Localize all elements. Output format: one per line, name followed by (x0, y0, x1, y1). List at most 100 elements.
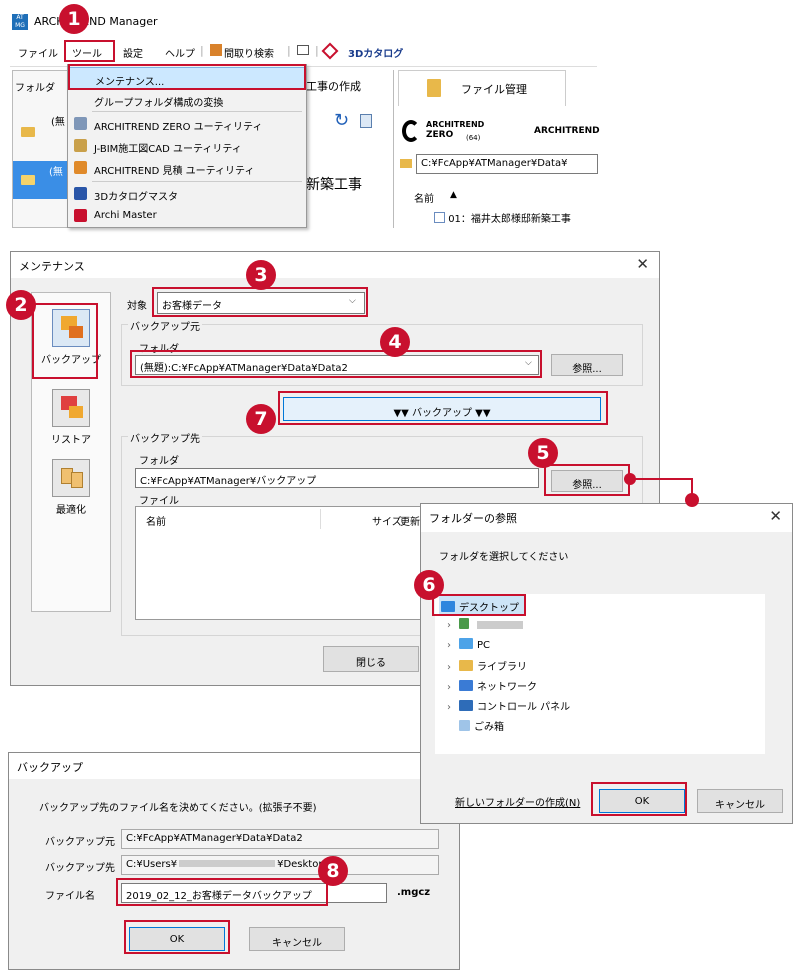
menu-divider (92, 111, 302, 112)
sidebar-item-restore[interactable]: リストア (40, 389, 102, 446)
filename-label: ファイル名 (45, 891, 95, 902)
refresh-icon[interactable]: ↻ (334, 112, 349, 130)
menu-item-3d-catalog-master[interactable]: 3Dカタログマスタ (68, 183, 306, 205)
chevron-right-icon[interactable]: › (447, 702, 459, 713)
file-icon (434, 212, 445, 223)
backup-source-title: バックアップ元 (128, 318, 202, 333)
chevron-right-icon[interactable]: › (447, 682, 459, 693)
trash-icon[interactable] (360, 114, 372, 128)
backup-dialog-titlebar: バックアップ ✕ (9, 753, 459, 779)
menu-settings[interactable]: 設定 (123, 45, 143, 60)
step-badge-3: 3 (246, 260, 276, 290)
dest-folder-input[interactable]: C:¥FcApp¥ATManager¥バックアップ (135, 468, 539, 488)
close-icon[interactable]: ✕ (769, 507, 782, 525)
menu-item-label: グループフォルダ構成の変換 (94, 98, 224, 109)
dest-folder-label: フォルダ (139, 456, 179, 467)
tab-file-manager[interactable]: ファイル管理 (398, 70, 566, 106)
tree-item-library[interactable]: › ライブラリ (447, 658, 527, 678)
redacted-name (477, 621, 523, 629)
backup-cancel-button[interactable]: キャンセル (249, 927, 345, 951)
list-header-name[interactable]: 名前 (414, 190, 434, 205)
menu-item-label: Archi Master (94, 210, 157, 221)
menu-item-estimate-utility[interactable]: ARCHITREND 見積 ユーティリティ (68, 157, 306, 179)
close-icon[interactable]: ✕ (636, 255, 649, 273)
redacted-user (179, 860, 276, 867)
folder-panel: フォルダ (無 (無 (12, 70, 70, 228)
chevron-right-icon[interactable]: › (447, 640, 459, 651)
tab-create-project[interactable]: 工事の作成 (306, 78, 361, 94)
menu-layout-search[interactable]: 間取り検索 (224, 45, 274, 60)
estimate-icon (74, 161, 87, 174)
folder-browser-titlebar: フォルダーの参照 ✕ (421, 504, 792, 532)
list-item-label: 01：福井太郎様邸新築工事 (448, 214, 571, 225)
app-title: ARCHITREND Manager (34, 15, 158, 28)
path-bar: C:¥FcApp¥ATManager¥Data¥ (398, 154, 598, 174)
menu-item-zero-utility[interactable]: ARCHITREND ZERO ユーティリティ (68, 113, 306, 135)
tree-item-pc[interactable]: › PC (447, 638, 490, 658)
backup-source-label: バックアップ元 (45, 837, 115, 848)
logo-c-icon (402, 120, 420, 142)
highlight-dest-browse (544, 464, 630, 496)
user-icon (459, 618, 469, 629)
source-browse-button[interactable]: 参照... (551, 354, 623, 376)
sort-arrow-icon: ▲ (450, 190, 457, 200)
tree-mark: (無 (51, 117, 65, 128)
menu-item-label: ARCHITREND 見積 ユーティリティ (94, 166, 255, 177)
step-badge-1: 1 (59, 4, 89, 34)
highlight-filename (116, 878, 328, 906)
selected-folder-row[interactable]: (無 (13, 161, 69, 199)
menu-help[interactable]: ヘルプ (165, 45, 195, 60)
chevron-right-icon[interactable]: › (447, 662, 459, 673)
tree-item-control-panel[interactable]: › コントロール パネル (447, 698, 570, 718)
menu-item-group-convert[interactable]: グループフォルダ構成の変換 (68, 89, 306, 111)
dest-path-start: C:¥Users¥ (126, 859, 178, 870)
monitor-icon[interactable] (297, 45, 309, 55)
column-header-name[interactable]: 名前 (146, 513, 166, 528)
logo-text-bottom: ZERO (426, 130, 454, 140)
zero-utility-icon (74, 117, 87, 130)
target-label: 対象 (127, 301, 147, 312)
tree-item-user[interactable]: › (447, 618, 523, 638)
folder-cancel-button[interactable]: キャンセル (697, 789, 783, 813)
close-button[interactable]: 閉じる (323, 646, 419, 672)
folder-browser-title: フォルダーの参照 (429, 512, 517, 525)
tree-item-recycle-bin[interactable]: ごみ箱 (447, 718, 504, 738)
menu-item-archi-master[interactable]: Archi Master (68, 205, 306, 227)
sidebar-item-optimize[interactable]: 最適化 (40, 459, 102, 516)
house-icon[interactable] (210, 44, 222, 56)
new-folder-link[interactable]: 新しいフォルダーの作成(N) (455, 794, 580, 809)
step-badge-8: 8 (318, 856, 348, 886)
menu-item-jbim-utility[interactable]: J-BIM施工図CAD ユーティリティ (68, 135, 306, 157)
backup-dest-label: バックアップ先 (45, 863, 115, 874)
chevron-right-icon[interactable]: › (447, 620, 459, 631)
catalog-icon (74, 187, 87, 200)
archi-master-icon (74, 209, 87, 222)
file-extension: .mgcz (397, 887, 431, 898)
file-label: ファイル (139, 496, 179, 507)
path-input[interactable]: C:¥FcApp¥ATManager¥Data¥ (416, 154, 598, 174)
tab-folder[interactable]: フォルダ (15, 79, 55, 94)
column-divider (320, 509, 321, 529)
tree-item-label: コントロール パネル (477, 702, 571, 713)
catalog-logo-icon[interactable] (321, 42, 339, 60)
folder-icon (21, 175, 35, 185)
step-badge-6: 6 (414, 570, 444, 600)
menu-file[interactable]: ファイル (18, 45, 58, 60)
menu-3d-catalog[interactable]: 3Dカタログ (348, 45, 403, 60)
list-item[interactable]: 01：福井太郎様邸新築工事 (434, 210, 571, 225)
highlight-desktop-item (432, 594, 526, 616)
tree-item-label: ごみ箱 (474, 722, 504, 733)
step-badge-7: 7 (246, 404, 276, 434)
logo-bits: (64) (466, 134, 481, 142)
menu-item-label: 3Dカタログマスタ (94, 192, 179, 203)
file-manager-panel: ファイル管理 ARCHITREND ZERO (64) ARCHITREND C… (393, 70, 600, 228)
column-header-size[interactable]: サイズ (372, 513, 402, 528)
highlight-backup-ok (124, 920, 230, 954)
backup-dialog-title: バックアップ (17, 761, 83, 774)
column-header-updated[interactable]: 更新 (400, 513, 420, 528)
tree-item-network[interactable]: › ネットワーク (447, 678, 537, 698)
tree-item-label: ライブラリ (477, 662, 527, 673)
step-badge-4: 4 (380, 327, 410, 357)
folder-icon[interactable] (21, 127, 35, 137)
app-icon: AT MG (12, 14, 28, 30)
